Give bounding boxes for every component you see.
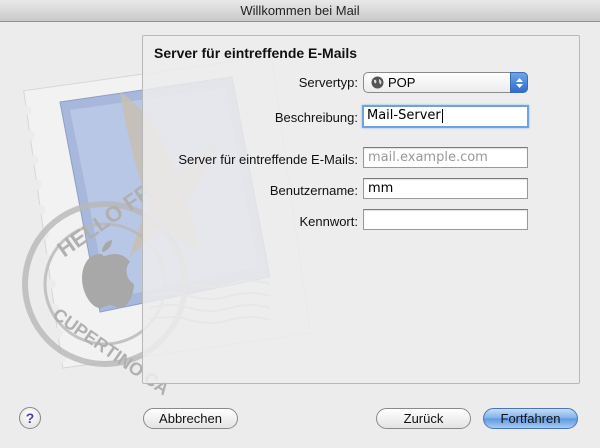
- panel-title: Server für eintreffende E-Mails: [154, 45, 358, 61]
- server-type-label: Servertyp:: [298, 75, 358, 90]
- server-type-value: POP: [388, 75, 416, 90]
- continue-button[interactable]: Fortfahren: [483, 408, 578, 429]
- username-label: Benutzername:: [269, 183, 358, 198]
- text-caret: [441, 108, 443, 123]
- globe-icon: [371, 76, 384, 89]
- server-type-popup[interactable]: POP: [363, 72, 528, 93]
- incoming-server-field[interactable]: mail.example.com: [363, 147, 528, 168]
- username-field[interactable]: mm: [363, 178, 528, 199]
- incoming-server-label: Server für eintreffende E-Mails:: [178, 152, 358, 167]
- window-title: Willkommen bei Mail: [0, 0, 600, 22]
- back-button[interactable]: Zurück: [376, 408, 471, 429]
- popup-arrows-icon: [510, 72, 528, 93]
- description-label: Beschreibung:: [274, 110, 358, 125]
- help-button[interactable]: ?: [19, 407, 41, 429]
- setup-assistant-window: Willkommen bei Mail HELLO FR CUPERTINO C…: [0, 0, 600, 448]
- password-label: Kennwort:: [299, 214, 358, 229]
- password-field[interactable]: [363, 209, 528, 230]
- description-field[interactable]: Mail-Server: [362, 105, 529, 128]
- description-value: Mail-Server: [367, 108, 441, 123]
- cancel-button[interactable]: Abbrechen: [143, 408, 238, 429]
